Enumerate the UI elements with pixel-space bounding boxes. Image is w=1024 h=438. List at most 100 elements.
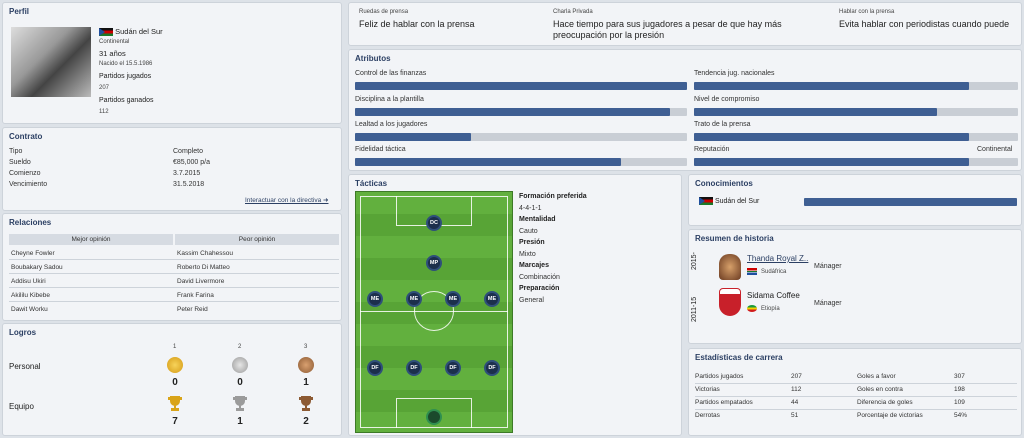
player-me-1[interactable]: ME: [367, 291, 383, 307]
history-period-2: 2011-15: [691, 296, 698, 322]
tacticas-title: Tácticas: [355, 179, 388, 188]
player-df-2[interactable]: DF: [406, 360, 422, 376]
attr-left-4-bar: [355, 158, 687, 166]
history-role-1: Mánager: [814, 263, 842, 270]
tactic-formation-value: 4-4-1-1: [519, 205, 542, 212]
contrato-title: Contrato: [9, 132, 43, 141]
stat-goals-for-label: Goles a favor: [857, 373, 896, 380]
player-df-3[interactable]: DF: [445, 360, 461, 376]
player-me-4[interactable]: ME: [484, 291, 500, 307]
stat-goals-against-value: 198: [954, 386, 965, 393]
stat-draws-label: Partidos empatados: [695, 399, 753, 406]
tactic-pressing-label: Presión: [519, 239, 545, 246]
stat-win-pct-value: 54%: [954, 412, 968, 419]
team-label: Equipo: [9, 402, 34, 411]
interact-board-link[interactable]: Interactuar con la directiva ➜: [245, 196, 328, 204]
history-period-1: 2015-: [691, 252, 698, 270]
contract-end-label: Vencimiento: [9, 181, 48, 188]
charla-value: Hace tiempo para sus jugadores a pesar d…: [553, 19, 782, 40]
history-club-2[interactable]: Sidama Coffee: [747, 291, 800, 300]
nationality-row: Sudán del Sur: [99, 27, 163, 37]
contract-start-value: 3.7.2015: [173, 170, 201, 177]
worst-opinion-1[interactable]: Kassim Chahessou: [177, 250, 233, 257]
rank-3: 3: [304, 344, 308, 350]
player-dc[interactable]: DC: [426, 215, 442, 231]
bronze-trophy-icon: [299, 396, 313, 411]
team-gold-count: 7: [172, 416, 178, 427]
attr-right-4-label: Reputación: [694, 146, 730, 153]
stat-goal-diff-label: Diferencia de goles: [857, 399, 913, 406]
tactic-pressing-value: Mixto: [519, 251, 536, 258]
tactic-marking-value: Combinación: [519, 274, 560, 281]
hablar-label: Hablar con la prensa: [839, 9, 895, 15]
team-bronze-count: 2: [303, 416, 309, 427]
logros-panel: Logros 1 2 3 Personal 0 0 1 Equipo 7 1 2: [2, 323, 342, 436]
tactic-formation-label: Formación preferida: [519, 193, 587, 200]
team-silver-count: 1: [237, 416, 243, 427]
history-club-1[interactable]: Thanda Royal Z..: [747, 254, 808, 263]
best-opinion-1[interactable]: Cheyne Fowler: [11, 250, 55, 257]
played-label: Partidos jugados: [99, 73, 152, 80]
relaciones-panel: Relaciones Mejor opinión Peor opinión Ch…: [2, 213, 342, 321]
personal-label: Personal: [9, 362, 41, 371]
attr-left-4-label: Fidelidad táctica: [355, 146, 406, 153]
stat-goals-against-label: Goles en contra: [857, 386, 903, 393]
ruedas-value: Feliz de hablar con la prensa: [359, 19, 475, 29]
stat-goals-for-value: 307: [954, 373, 965, 380]
gold-trophy-icon: [168, 396, 182, 411]
perfil-age: 31 años: [99, 49, 126, 58]
best-opinion-2[interactable]: Boubakary Sadou: [11, 264, 63, 271]
stat-win-pct-label: Porcentaje de victorias: [857, 412, 923, 419]
attr-left-2-bar: [355, 108, 687, 116]
stat-draws-value: 44: [791, 399, 799, 406]
perfil-title: Perfil: [9, 7, 30, 16]
tactic-preparation-value: General: [519, 297, 544, 304]
attr-right-2-label: Nivel de compromiso: [694, 96, 760, 103]
attr-left-3-bar: [355, 133, 687, 141]
stat-played-label: Partidos jugados: [695, 373, 744, 380]
south-sudan-flag-icon: [99, 28, 113, 37]
best-opinion-4[interactable]: Akililu Kibebe: [11, 292, 50, 299]
perfil-country: Sudán del Sur: [115, 27, 163, 36]
atributos-panel: Atributos Control de las finanzas Discip…: [348, 49, 1022, 171]
perfil-born: Nacido el 15.5.1986: [99, 61, 153, 67]
flag-south-africa-icon: [747, 268, 757, 275]
charla-label: Charla Privada: [553, 9, 593, 15]
worst-opinion-header[interactable]: Peor opinión: [175, 234, 339, 245]
player-df-1[interactable]: DF: [367, 360, 383, 376]
ruedas-label: Ruedas de prensa: [359, 9, 409, 15]
reputation-value: Continental: [977, 146, 1013, 153]
tacticas-panel: Tácticas DC MP ME ME ME ME DF DF DF DF F…: [348, 174, 682, 436]
worst-opinion-3[interactable]: David Livermore: [177, 278, 224, 285]
attr-right-4-bar: [694, 158, 1018, 166]
club-badge-icon: [719, 254, 741, 280]
player-me-2[interactable]: ME: [406, 291, 422, 307]
attr-right-1-label: Tendencia jug. nacionales: [694, 70, 775, 77]
contract-end-value: 31.5.2018: [173, 181, 205, 188]
bronze-medal-icon: [298, 357, 314, 373]
knowledge-bar: [804, 198, 1017, 206]
stat-losses-value: 51: [791, 412, 799, 419]
worst-opinion-4[interactable]: Frank Farina: [177, 292, 214, 299]
history-role-2: Mánager: [814, 300, 842, 307]
contract-start-label: Comienzo: [9, 170, 41, 177]
attr-left-1-label: Control de las finanzas: [355, 70, 427, 77]
best-opinion-3[interactable]: Addisu Ukiri: [11, 278, 46, 285]
relaciones-title: Relaciones: [9, 218, 52, 227]
player-mp[interactable]: MP: [426, 255, 442, 271]
best-opinion-header[interactable]: Mejor opinión: [9, 234, 173, 245]
conocimientos-title: Conocimientos: [695, 179, 753, 188]
best-opinion-5[interactable]: Dawit Worku: [11, 306, 48, 313]
worst-opinion-5[interactable]: Peter Reid: [177, 306, 208, 313]
player-df-4[interactable]: DF: [484, 360, 500, 376]
contract-type-value: Completo: [173, 148, 203, 155]
player-me-3[interactable]: ME: [445, 291, 461, 307]
history-country-1: Sudáfrica: [761, 269, 787, 275]
tactic-marking-label: Marcajes: [519, 262, 549, 269]
tactic-mentality-value: Cauto: [519, 228, 538, 235]
player-goalkeeper[interactable]: [426, 409, 442, 425]
worst-opinion-2[interactable]: Roberto Di Matteo: [177, 264, 230, 271]
personal-bronze-count: 1: [303, 377, 309, 388]
contract-type-label: Tipo: [9, 148, 23, 155]
contract-salary-label: Sueldo: [9, 159, 31, 166]
